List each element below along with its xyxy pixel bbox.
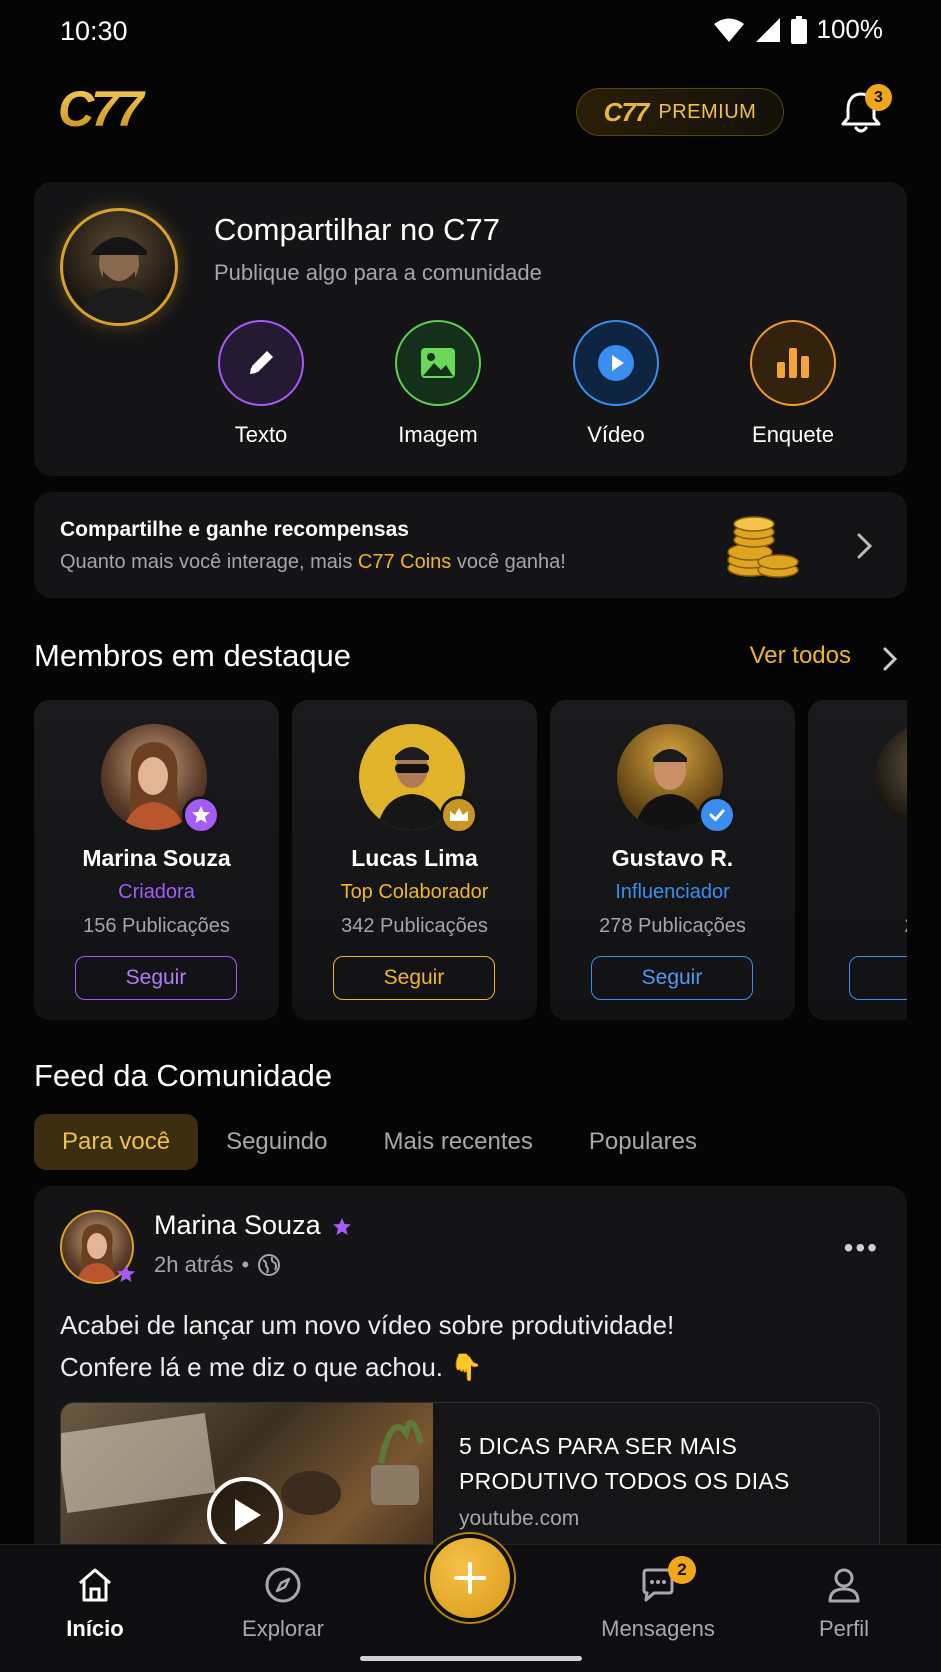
nav-mensagens[interactable]: Mensagens — [578, 1565, 738, 1642]
compose-text-label: Texto — [234, 422, 288, 447]
members-section-title: Membros em destaque — [34, 638, 352, 673]
bar-chart-icon — [750, 320, 836, 406]
feed-section-title: Feed da Comunidade — [34, 1058, 333, 1093]
member-posts: 156 Publicações — [83, 915, 230, 937]
link-title: 5 DICAS PARA SER MAIS PRODUTIVO TODOS OS… — [459, 1433, 790, 1494]
chevron-right-icon[interactable] — [882, 646, 898, 672]
tab-populares[interactable]: Populares — [561, 1114, 725, 1170]
create-post-button[interactable] — [426, 1534, 514, 1622]
verified-icon — [698, 796, 736, 834]
messages-badge: 2 — [668, 1556, 696, 1584]
follow-button[interactable]: Seguir — [333, 956, 495, 1000]
compose-card: Compartilhar no C77 Publique algo para a… — [34, 182, 907, 476]
premium-badge[interactable]: C77 PREMIUM — [576, 88, 784, 136]
nav-inicio[interactable]: Início — [15, 1565, 175, 1642]
compose-subtitle: Publique algo para a comunidade — [214, 260, 542, 285]
battery-icon — [790, 15, 807, 44]
more-options-icon[interactable]: ••• — [844, 1232, 879, 1264]
feed-tabs: Para você Seguindo Mais recentes Popular… — [34, 1114, 725, 1170]
compose-image-button[interactable]: Imagem — [378, 320, 498, 448]
rewards-subtitle: Quanto mais você interage, mais C77 Coin… — [60, 551, 566, 573]
home-indicator[interactable] — [360, 1656, 582, 1661]
compose-title: Compartilhar no C77 — [214, 212, 501, 247]
premium-label: PREMIUM — [658, 100, 757, 123]
svg-text:C77: C77 — [58, 84, 146, 136]
nav-perfil[interactable]: Perfil — [764, 1565, 924, 1642]
compose-poll-button[interactable]: Enquete — [733, 320, 853, 448]
image-icon — [395, 320, 481, 406]
member-name: Gustavo R. — [611, 845, 734, 871]
member-card[interactable]: Lucas Lima Top Colaborador 342 Publicaçõ… — [292, 700, 537, 1020]
member-name: Lucas Lima — [351, 845, 478, 871]
follow-button[interactable]: Seguir — [591, 956, 753, 1000]
nav-explorar-label: Explorar — [242, 1616, 324, 1641]
tab-para-voce[interactable]: Para você — [34, 1114, 199, 1170]
post-time: 2h atrás — [154, 1252, 234, 1277]
pencil-icon — [218, 320, 304, 406]
tab-seguindo[interactable]: Seguindo — [198, 1114, 355, 1170]
avatar[interactable] — [875, 724, 907, 830]
battery-percent: 100% — [816, 14, 884, 44]
post-text: Acabei de lançar um novo vídeo sobre pro… — [60, 1310, 675, 1382]
wifi-icon — [713, 18, 744, 42]
notification-badge: 3 — [865, 84, 892, 111]
home-icon — [79, 1568, 111, 1602]
crown-icon — [440, 796, 478, 834]
globe-icon — [258, 1254, 281, 1276]
nav-mensagens-label: Mensagens — [601, 1616, 715, 1641]
star-icon — [182, 796, 220, 834]
compose-video-button[interactable]: Vídeo — [556, 320, 676, 448]
member-role: Influenciador — [615, 881, 730, 903]
member-posts: 278 Publicações — [599, 915, 746, 937]
star-icon — [117, 1265, 135, 1282]
member-card[interactable]: Nu In 278 P S — [808, 700, 907, 1020]
nav-explorar[interactable]: Explorar — [203, 1565, 363, 1642]
member-posts: 278 P — [808, 915, 907, 938]
compose-video-label: Vídeo — [587, 422, 645, 447]
coins-icon — [727, 516, 799, 578]
compose-image-label: Imagem — [398, 422, 478, 447]
chevron-right-icon — [857, 533, 873, 559]
follow-button[interactable]: Seguir — [75, 956, 237, 1000]
link-domain: youtube.com — [459, 1507, 580, 1530]
rewards-title: Compartilhe e ganhe recompensas — [60, 518, 409, 541]
signal-icon — [755, 17, 780, 42]
c77-logo[interactable]: C77 — [58, 84, 172, 136]
compose-text-button[interactable]: Texto — [201, 320, 321, 448]
avatar[interactable] — [60, 208, 178, 326]
rewards-banner[interactable]: Compartilhe e ganhe recompensas Quanto m… — [34, 492, 907, 598]
nav-inicio-label: Início — [66, 1616, 124, 1641]
user-icon — [828, 1568, 860, 1603]
member-role: Top Colaborador — [340, 881, 489, 903]
meta-separator: • — [241, 1252, 250, 1277]
status-time: 10:30 — [60, 16, 128, 46]
play-icon — [573, 320, 659, 406]
status-icons: 100% — [713, 14, 884, 45]
member-card[interactable]: Marina Souza Criadora 156 Publicações Se… — [34, 700, 279, 1020]
see-all-link[interactable]: Ver todos — [750, 642, 851, 670]
status-bar: 10:30 100% — [0, 0, 941, 64]
member-role: Criadora — [118, 881, 195, 903]
member-card[interactable]: Gustavo R. Influenciador 278 Publicações… — [550, 700, 795, 1020]
premium-brand: C77 — [603, 96, 650, 127]
tab-mais-recentes[interactable]: Mais recentes — [356, 1114, 561, 1170]
member-role: In — [808, 881, 907, 904]
coins-highlight: C77 Coins — [357, 551, 452, 573]
member-name: Marina Souza — [82, 845, 231, 871]
post-author[interactable]: Marina Souza — [154, 1210, 352, 1241]
compose-poll-label: Enquete — [752, 422, 834, 447]
star-icon — [333, 1217, 352, 1235]
post-meta: 2h atrás • — [154, 1252, 281, 1278]
member-posts: 342 Publicações — [341, 915, 488, 937]
member-name: Nu — [808, 845, 907, 872]
follow-button[interactable]: S — [849, 956, 907, 1000]
nav-perfil-label: Perfil — [818, 1616, 870, 1641]
compass-icon — [265, 1567, 301, 1603]
plus-icon — [454, 1562, 486, 1594]
members-carousel[interactable]: Marina Souza Criadora 156 Publicações Se… — [34, 700, 907, 1022]
